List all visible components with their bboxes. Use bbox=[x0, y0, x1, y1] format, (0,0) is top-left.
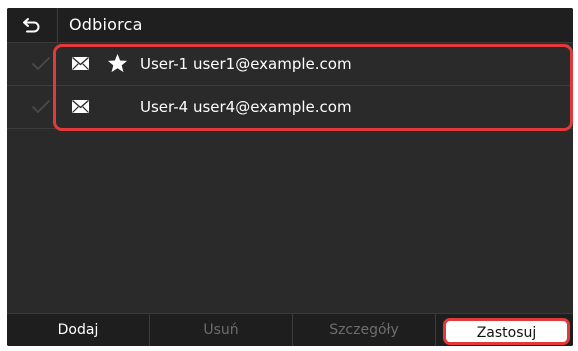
star-icon bbox=[107, 53, 128, 73]
back-arrow-icon bbox=[23, 18, 40, 33]
delete-button[interactable]: Usuń bbox=[150, 314, 293, 346]
recipient-label: User-1 user1@example.com bbox=[140, 55, 352, 73]
recipient-row-user-1[interactable]: User-1 user1@example.com bbox=[7, 43, 573, 86]
envelope-icon bbox=[72, 100, 89, 113]
back-button[interactable] bbox=[7, 8, 58, 42]
checkmark-icon[interactable] bbox=[31, 56, 51, 72]
apply-button[interactable]: Zastosuj bbox=[443, 318, 570, 345]
details-button[interactable]: Szczegóły bbox=[293, 314, 436, 346]
add-button[interactable]: Dodaj bbox=[7, 314, 150, 346]
recipient-row-user-4[interactable]: User-4 user4@example.com bbox=[7, 86, 573, 129]
page-title: Odbiorca bbox=[69, 15, 143, 34]
header-bar: Odbiorca bbox=[7, 8, 573, 43]
recipient-screen: Odbiorca User-1 user1@example.com User-4… bbox=[7, 8, 573, 346]
bottom-toolbar: Dodaj Usuń Szczegóły Zastosuj bbox=[7, 313, 573, 346]
recipient-label: User-4 user4@example.com bbox=[140, 98, 352, 116]
checkmark-icon[interactable] bbox=[31, 99, 51, 115]
envelope-icon bbox=[72, 57, 89, 70]
